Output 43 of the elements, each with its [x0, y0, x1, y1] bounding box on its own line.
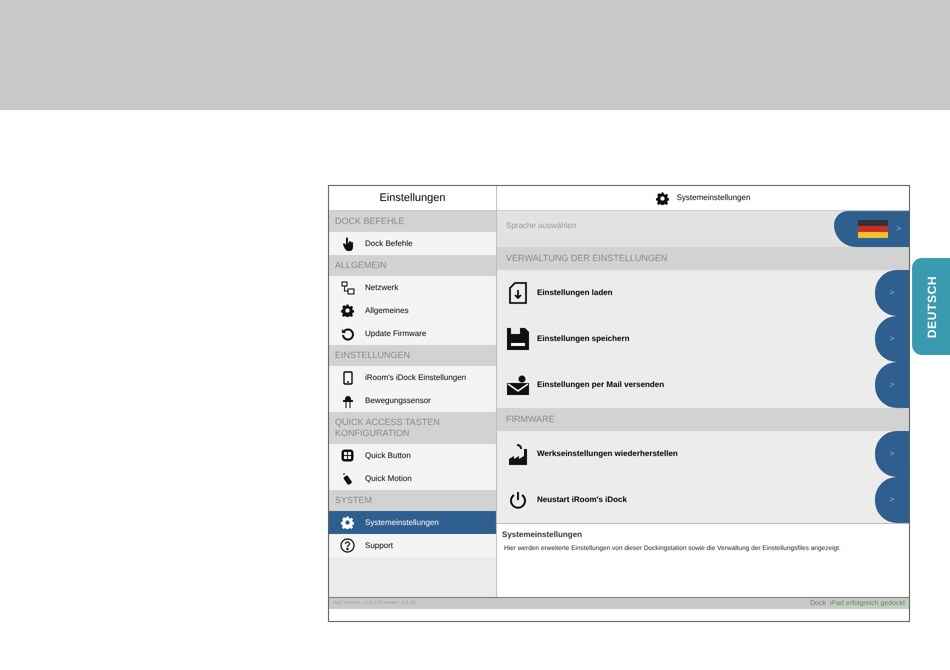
- sidebar-item[interactable]: Update Firmware: [329, 322, 496, 345]
- sidebar-item[interactable]: Allgemeines: [329, 299, 496, 322]
- row-label: Sprache auswählen: [505, 220, 578, 232]
- section-heading: QUICK ACCESS TASTEN KONFIGURATION: [335, 417, 441, 439]
- file-download-icon: [509, 282, 527, 304]
- section-heading: EINSTELLUNGEN: [335, 350, 410, 361]
- sidebar-item[interactable]: iRoom's iDock Einstellungen: [329, 366, 496, 389]
- envelope-icon: [507, 375, 529, 395]
- keypad-icon: [341, 449, 354, 462]
- settings-icon: [341, 304, 354, 317]
- tablet-icon: [342, 370, 352, 384]
- sidebar-item[interactable]: Systemeinstellungen: [329, 511, 496, 534]
- section-heading: VERWALTUNG DER EINSTELLUNGEN: [506, 252, 668, 265]
- tab-label: DEUTSCH: [924, 275, 940, 338]
- sidebar-item[interactable]: Netzwerk: [329, 276, 496, 299]
- settings-icon: [341, 516, 354, 529]
- power-icon: [509, 491, 527, 509]
- description-title: Systemeinstellungen: [502, 529, 584, 541]
- settings-icon: [656, 192, 669, 204]
- row-label: Einstellungen laden: [536, 287, 614, 299]
- sidebar-title: Einstellungen: [379, 190, 446, 206]
- help-icon: [340, 538, 355, 553]
- row-label: Einstellungen speichern: [536, 333, 630, 345]
- section-heading: SYSTEM: [335, 495, 372, 506]
- network-icon: [340, 280, 354, 294]
- sensor-icon: [342, 394, 354, 408]
- remote-icon: [341, 472, 354, 486]
- sidebar-item[interactable]: Dock Befehle: [329, 232, 496, 255]
- sidebar-item[interactable]: Quick Motion: [329, 467, 496, 490]
- row-label: Einstellungen per Mail versenden: [536, 379, 666, 391]
- section-heading: FIRMWARE: [506, 412, 555, 426]
- flag-icon: [858, 220, 888, 238]
- main-title: Systemeinstellungen: [676, 192, 750, 204]
- row-label: Neustart iRoom's iDock: [536, 494, 628, 506]
- row-label: Werkseinstellungen wiederherstellen: [536, 448, 679, 460]
- sidebar-item[interactable]: Bewegungssensor: [329, 389, 496, 412]
- factory-icon: [507, 443, 529, 465]
- refresh-icon: [340, 326, 354, 340]
- section-heading: DOCK BEFEHLE: [335, 216, 405, 227]
- sidebar-item[interactable]: Quick Button: [329, 444, 496, 467]
- section-heading: ALLGEMEIN: [335, 260, 387, 271]
- hand-pointer-icon: [342, 236, 354, 250]
- sidebar-item[interactable]: Support: [329, 534, 496, 557]
